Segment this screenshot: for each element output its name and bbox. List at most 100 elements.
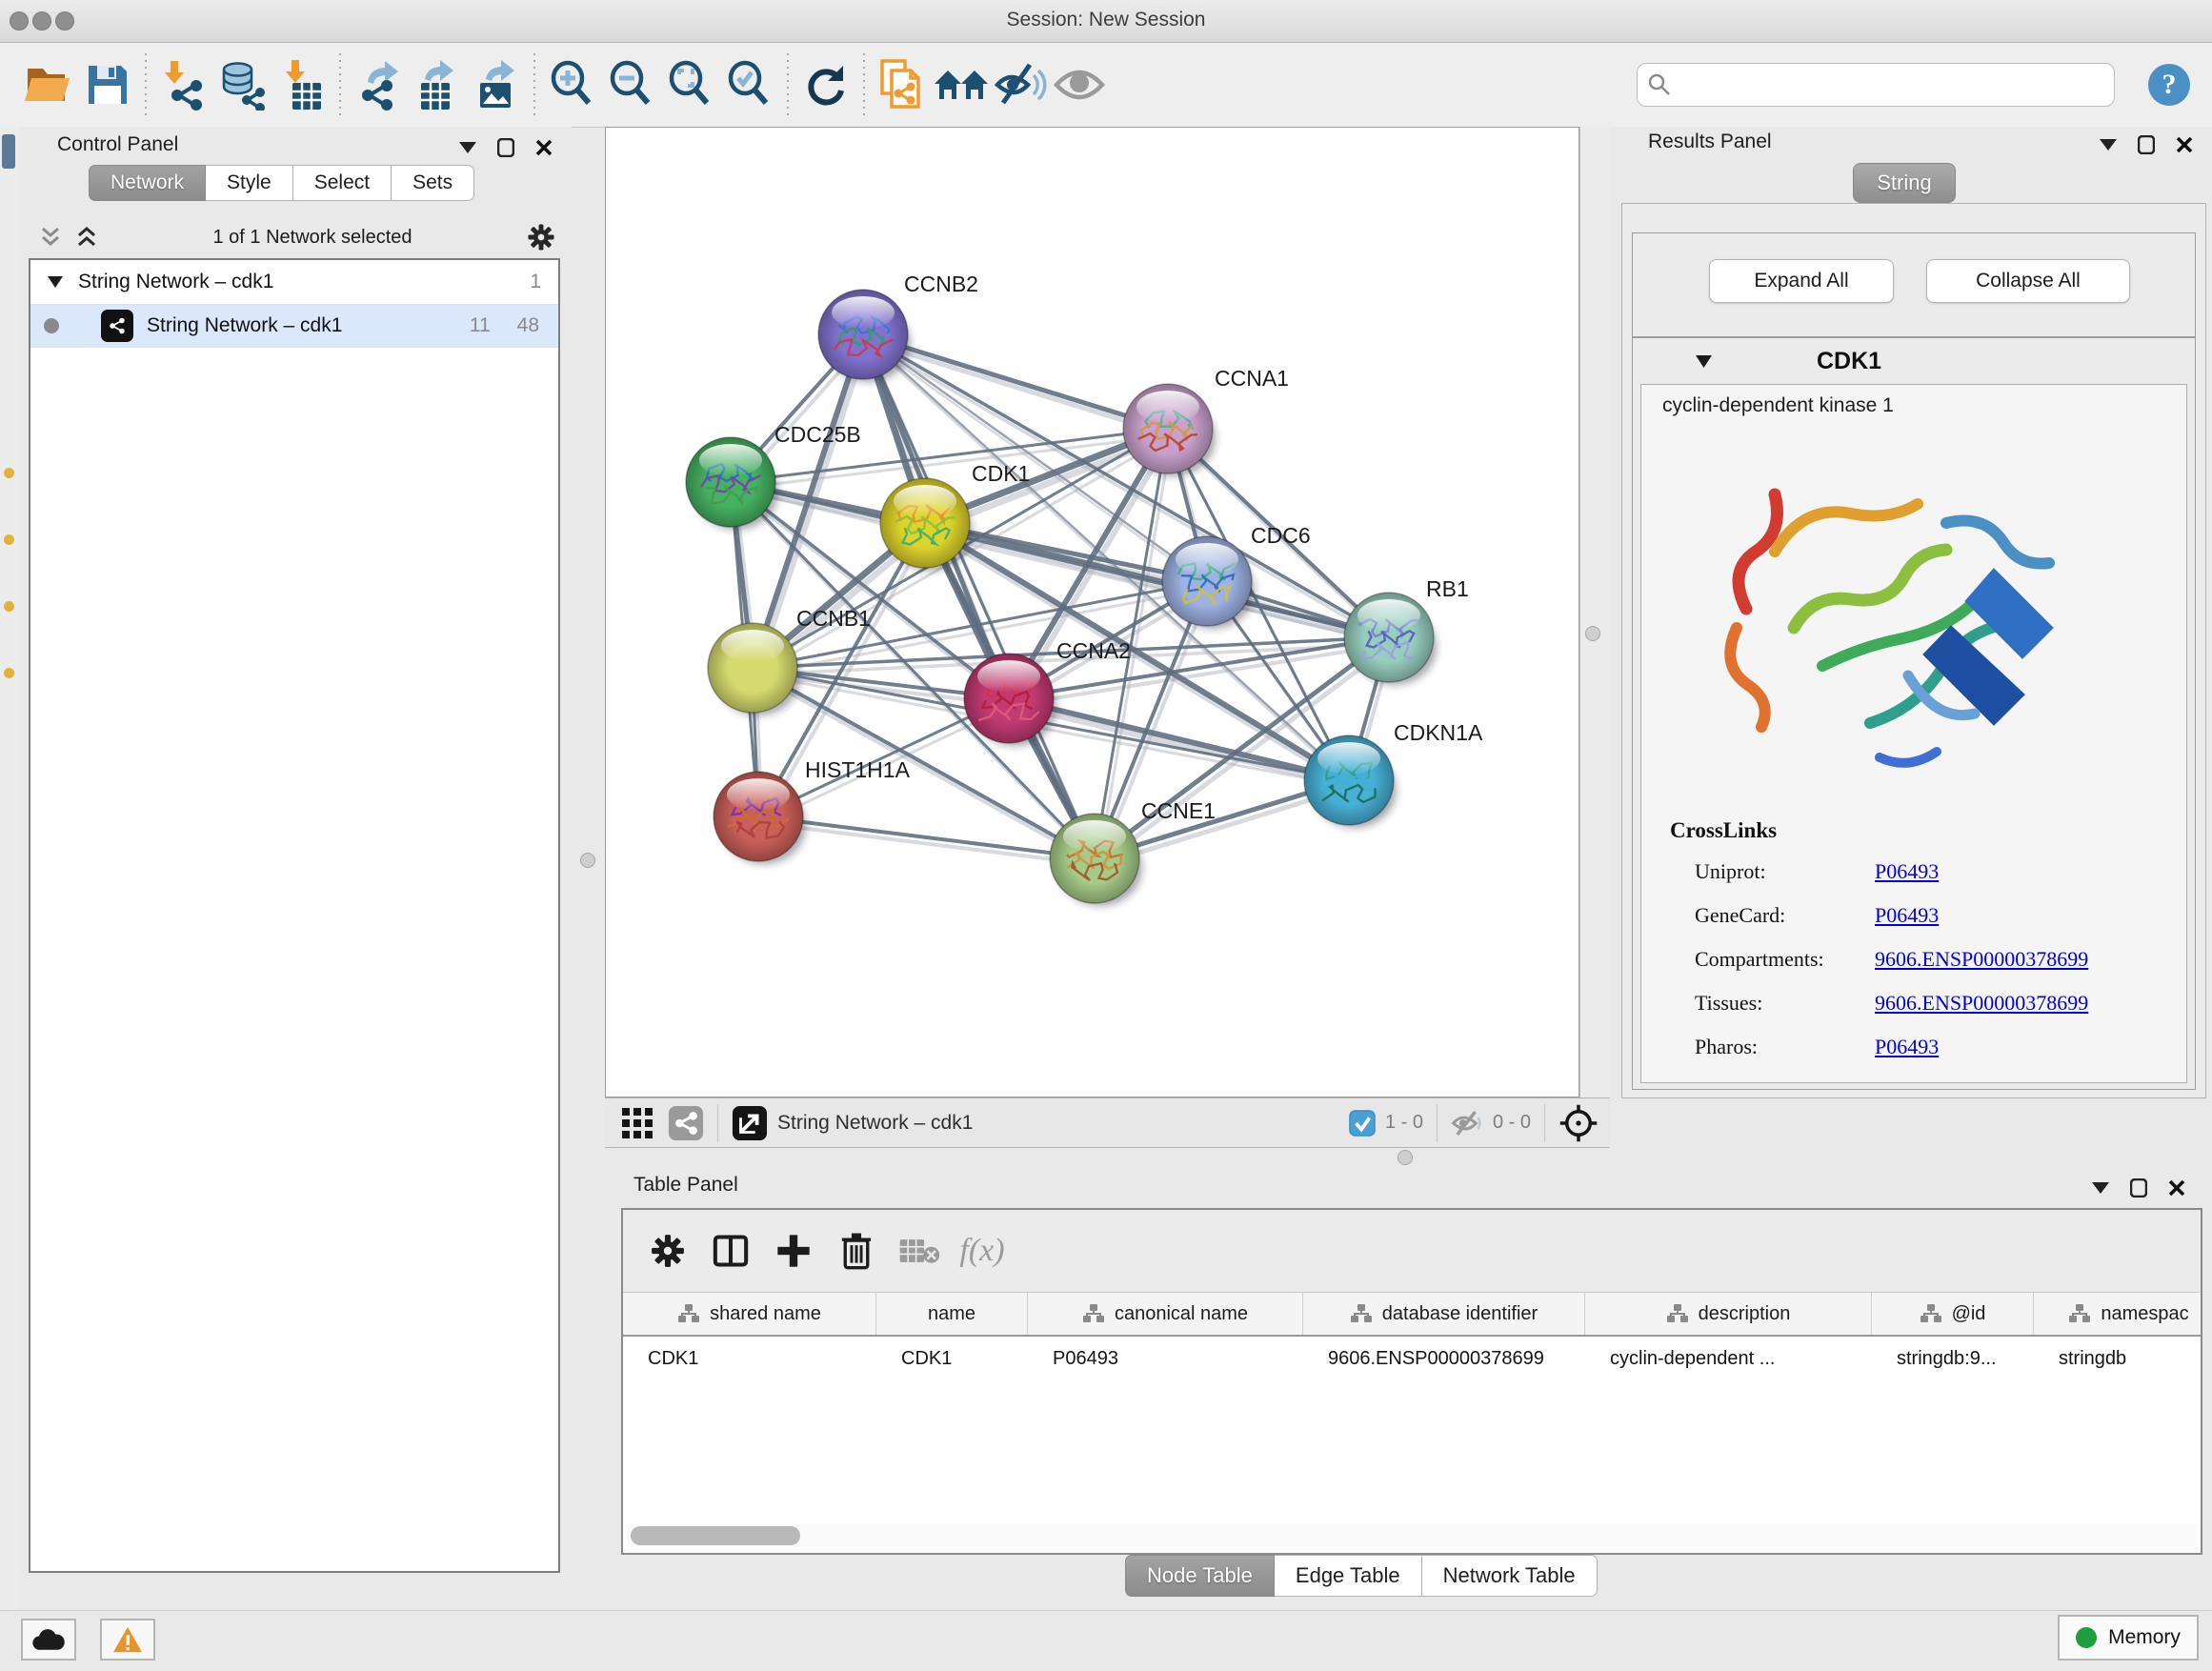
memory-button[interactable]: Memory [2058, 1615, 2199, 1661]
panel-close-icon[interactable] [2176, 136, 2193, 153]
tab-style[interactable]: Style [206, 165, 293, 201]
node-CDKN1A[interactable]: CDKN1A [1304, 720, 1483, 828]
cell[interactable]: stringdb [2034, 1337, 2212, 1380]
crosslink-link[interactable]: P06493 [1875, 859, 1939, 884]
clone-network-button[interactable] [873, 55, 932, 114]
show-all-button[interactable] [1050, 55, 1109, 114]
panel-menu-icon[interactable] [459, 142, 476, 153]
export-image-button[interactable] [467, 55, 526, 114]
node-HIST1H1A[interactable]: HIST1H1A [714, 757, 911, 864]
export-network-button[interactable] [349, 55, 408, 114]
hide-selected-button[interactable] [991, 55, 1050, 114]
splitter-handle[interactable] [580, 853, 595, 868]
network-collection-row[interactable]: String Network – cdk1 1 [30, 260, 558, 304]
zoom-in-button[interactable] [543, 55, 602, 114]
chevron-down-icon[interactable] [48, 276, 63, 288]
table-settings-button[interactable] [636, 1222, 699, 1279]
column-header-description[interactable]: description [1585, 1293, 1872, 1335]
export-table-button[interactable] [408, 55, 467, 114]
crosslink-link[interactable]: P06493 [1875, 1035, 1939, 1059]
title-bar: Session: New Session [0, 0, 2212, 43]
selected-checkbox-icon[interactable] [1349, 1110, 1376, 1137]
expand-all-icon[interactable] [74, 226, 99, 249]
panel-close-icon[interactable] [2168, 1179, 2185, 1197]
delete-column-button[interactable] [825, 1222, 888, 1279]
collapse-all-button[interactable]: Collapse All [1926, 259, 2130, 303]
cell[interactable]: stringdb:9... [1872, 1337, 2034, 1380]
help-button[interactable]: ? [2140, 55, 2199, 114]
zoom-selected-button[interactable] [720, 55, 779, 114]
column-header-name[interactable]: name [876, 1293, 1028, 1335]
function-builder-button[interactable]: f(x) [951, 1222, 1014, 1279]
tab-select[interactable]: Select [293, 165, 392, 201]
chevron-down-icon[interactable] [1696, 355, 1712, 368]
import-network-database-button[interactable] [213, 55, 272, 114]
table-row[interactable]: CDK1CDK1P064939606.ENSP00000378699cyclin… [623, 1337, 2201, 1380]
node-CCNB2[interactable]: CCNB2 [818, 272, 978, 382]
refresh-layout-button[interactable] [796, 55, 855, 114]
birds-eye-grid-icon[interactable] [620, 1106, 654, 1140]
splitter-handle[interactable] [1585, 626, 1600, 641]
network-overview-icon[interactable] [668, 1105, 704, 1141]
crosslink-link[interactable]: 9606.ENSP00000378699 [1875, 947, 2088, 972]
gear-icon[interactable] [526, 222, 556, 252]
control-panel: Control Panel Network Style Select Sets … [19, 127, 572, 1610]
save-session-button[interactable] [78, 55, 137, 114]
column-header-namespac[interactable]: namespac [2034, 1293, 2212, 1335]
tab-sets[interactable]: Sets [392, 165, 474, 201]
gene-entry-header[interactable]: CDK1 [1633, 338, 2195, 384]
cell[interactable]: CDK1 [623, 1337, 876, 1380]
zoom-fit-button[interactable] [661, 55, 720, 114]
tab-network[interactable]: Network [89, 165, 206, 201]
tab-edge-table[interactable]: Edge Table [1275, 1555, 1422, 1597]
add-column-button[interactable] [762, 1222, 825, 1279]
cell[interactable]: P06493 [1028, 1337, 1303, 1380]
open-in-new-window-icon[interactable] [732, 1105, 768, 1141]
import-table-button[interactable] [272, 55, 332, 114]
search-input[interactable] [1681, 73, 2114, 97]
crosshair-icon[interactable] [1558, 1103, 1599, 1143]
column-header--id[interactable]: @id [1872, 1293, 2034, 1335]
panel-close-icon[interactable] [535, 139, 553, 156]
horizontal-scrollbar[interactable] [627, 1524, 2197, 1547]
open-session-button[interactable] [19, 55, 78, 114]
cell[interactable]: CDK1 [876, 1337, 1028, 1380]
panel-float-icon[interactable] [2138, 135, 2155, 154]
cell[interactable]: cyclin-dependent ... [1585, 1337, 1872, 1380]
network-type-icon [101, 310, 133, 342]
warnings-button[interactable] [100, 1619, 155, 1661]
show-columns-button[interactable] [699, 1222, 762, 1279]
string-home-button[interactable] [932, 55, 991, 114]
crosslink-link[interactable]: 9606.ENSP00000378699 [1875, 991, 2088, 1016]
clone-network-icon [876, 57, 928, 112]
cell[interactable]: 9606.ENSP00000378699 [1303, 1337, 1585, 1380]
tab-node-table[interactable]: Node Table [1125, 1555, 1275, 1597]
column-header-database-identifier[interactable]: database identifier [1303, 1293, 1585, 1335]
import-network-file-button[interactable] [154, 55, 213, 114]
cloud-status-button[interactable] [21, 1619, 76, 1661]
tab-network-table[interactable]: Network Table [1422, 1555, 1598, 1597]
panel-menu-icon[interactable] [2100, 139, 2117, 151]
export-image-icon [471, 58, 522, 111]
column-header-shared-name[interactable]: shared name [623, 1293, 876, 1335]
network-canvas[interactable]: CCNB2CCNA1CDC25BCDK1CDC6RB1CCNB1CCNA2CDK… [605, 127, 1579, 1097]
right-splitter[interactable] [1579, 127, 1611, 1097]
column-header-canonical-name[interactable]: canonical name [1028, 1293, 1303, 1335]
zoom-out-button[interactable] [602, 55, 661, 114]
crosslink-link[interactable]: P06493 [1875, 903, 1939, 928]
node-label-CCNB2: CCNB2 [904, 272, 978, 296]
delete-table-button[interactable] [888, 1222, 951, 1279]
network-row[interactable]: String Network – cdk1 11 48 [30, 304, 558, 348]
panel-float-icon[interactable] [2130, 1178, 2147, 1198]
tab-string[interactable]: String [1853, 163, 1956, 203]
collapse-all-icon[interactable] [38, 226, 63, 249]
eye-icon [1053, 64, 1106, 106]
string-network-graph[interactable]: CCNB2CCNA1CDC25BCDK1CDC6RB1CCNB1CCNA2CDK… [606, 128, 1579, 1097]
node-CCNA1[interactable]: CCNA1 [1123, 366, 1289, 476]
expand-all-button[interactable]: Expand All [1709, 259, 1894, 303]
scrollbar-thumb[interactable] [631, 1526, 800, 1545]
panel-menu-icon[interactable] [2092, 1182, 2109, 1194]
node-RB1[interactable]: RB1 [1344, 576, 1469, 685]
splitter-handle[interactable] [1398, 1150, 1413, 1165]
panel-float-icon[interactable] [497, 138, 514, 157]
